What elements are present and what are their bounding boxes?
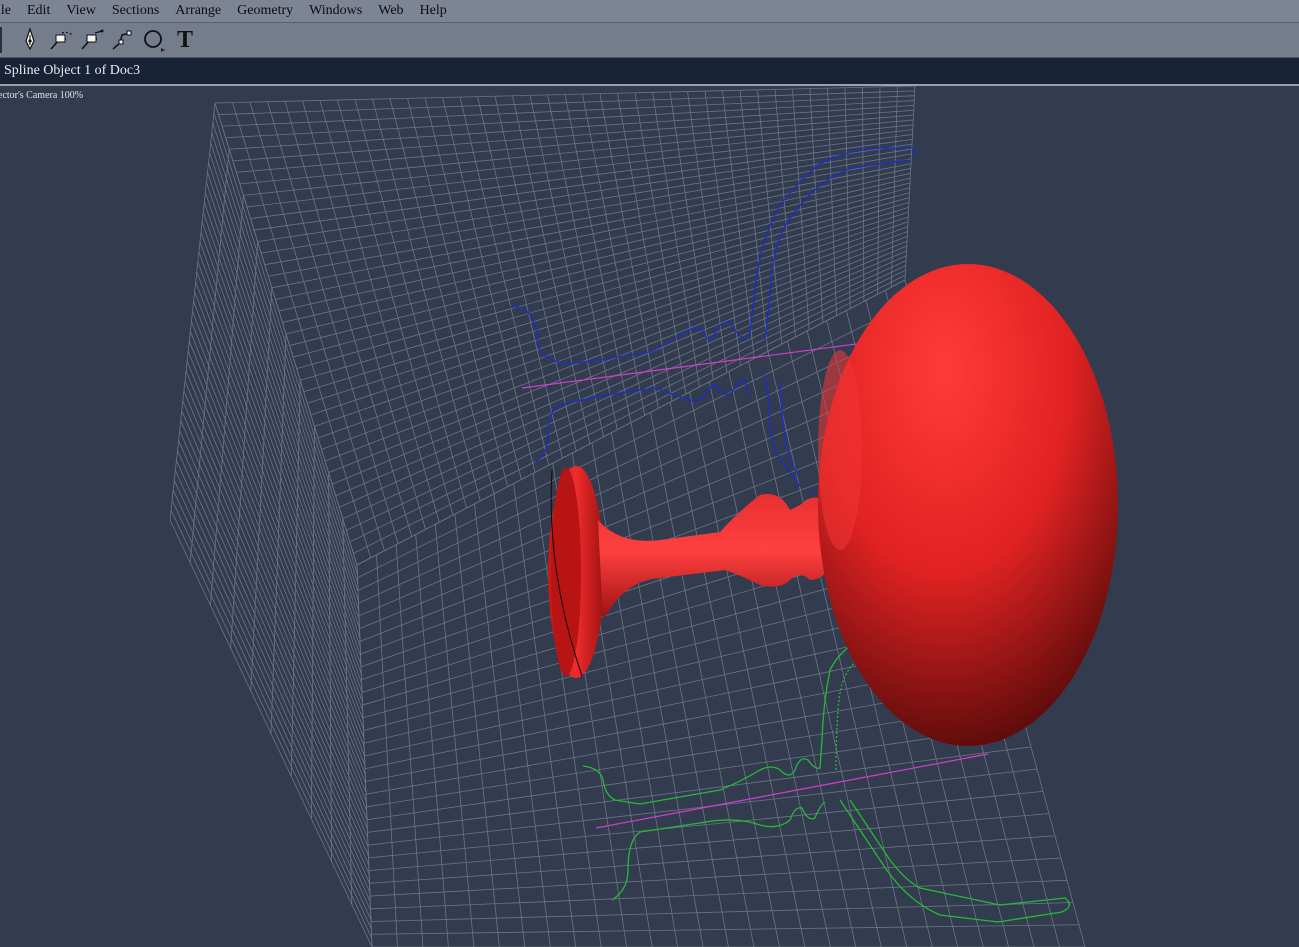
menu-windows[interactable]: Windows bbox=[301, 0, 370, 22]
camera-label: ector's Camera 100% bbox=[0, 90, 84, 101]
toolbar: T bbox=[0, 23, 1299, 58]
document-title-bar: Spline Object 1 of Doc3 bbox=[0, 58, 1299, 86]
pen-tool-icon[interactable] bbox=[16, 25, 44, 55]
spline-point-tool-icon[interactable] bbox=[109, 25, 137, 55]
spline-tool-icon[interactable] bbox=[47, 25, 75, 55]
menu-geometry[interactable]: Geometry bbox=[229, 0, 301, 22]
toolbar-separator bbox=[0, 27, 2, 53]
menu-view[interactable]: View bbox=[58, 0, 103, 22]
3d-viewport[interactable] bbox=[0, 86, 1299, 947]
menu-sections[interactable]: Sections bbox=[104, 0, 167, 22]
menu-arrange[interactable]: Arrange bbox=[167, 0, 229, 22]
menu-file[interactable]: ile bbox=[0, 0, 19, 22]
menu-help[interactable]: Help bbox=[412, 0, 455, 22]
circle-tool-icon[interactable] bbox=[140, 25, 168, 55]
spline-edit-tool-icon[interactable] bbox=[78, 25, 106, 55]
menu-edit[interactable]: Edit bbox=[19, 0, 58, 22]
menu-bar: ile Edit View Sections Arrange Geometry … bbox=[0, 0, 1299, 23]
menu-web[interactable]: Web bbox=[370, 0, 411, 22]
goblet-3d-object[interactable] bbox=[548, 264, 1118, 746]
document-title: Spline Object 1 of Doc3 bbox=[4, 63, 141, 78]
text-tool-icon[interactable]: T bbox=[171, 25, 199, 55]
